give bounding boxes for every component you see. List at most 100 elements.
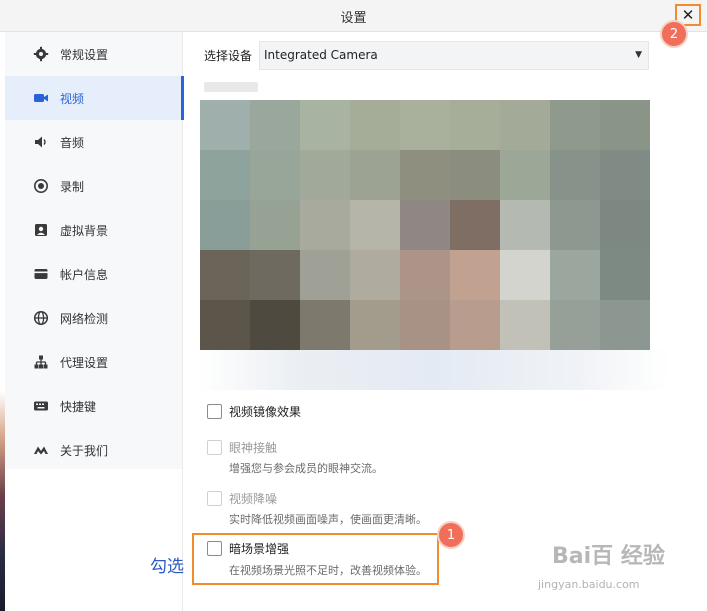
preview-mosaic-cell: [600, 100, 650, 150]
eye-contact-checkbox: [207, 440, 222, 455]
preview-mosaic-cell: [400, 200, 450, 250]
preview-mosaic-cell: [550, 300, 600, 350]
preview-mosaic-cell: [500, 250, 550, 300]
baidu-jingyan-watermark: Bai百 经验 jingyan.baidu.com: [530, 530, 700, 602]
record-icon: [32, 177, 50, 195]
video-camera-icon: [32, 89, 50, 107]
device-label: 选择设备: [204, 49, 253, 63]
option-label: 视频降噪: [229, 492, 278, 506]
camera-device-select[interactable]: Integrated Camera ▼: [259, 41, 649, 70]
sidebar-empty-area: [5, 469, 183, 611]
dropdown-arrow-icon: ▼: [635, 50, 642, 60]
preview-mosaic-cell: [350, 150, 400, 200]
preview-mosaic-cell: [450, 300, 500, 350]
preview-mosaic-cell: [250, 300, 300, 350]
preview-mosaic-cell: [600, 150, 650, 200]
watermark-logo-text: Bai百 经验: [552, 544, 665, 569]
preview-mosaic-cell: [350, 300, 400, 350]
preview-mosaic-cell: [550, 100, 600, 150]
sidebar-item-account[interactable]: 帐户信息: [5, 252, 183, 296]
preview-mosaic-cell: [600, 200, 650, 250]
preview-mosaic-cell: [200, 250, 250, 300]
camera-preview: [200, 100, 650, 350]
preview-mosaic-cell: [450, 100, 500, 150]
preview-mosaic-cell: [550, 200, 600, 250]
preview-mosaic-cell: [200, 200, 250, 250]
preview-mosaic-cell: [200, 150, 250, 200]
preview-mosaic-cell: [600, 250, 650, 300]
preview-mosaic-cell: [300, 300, 350, 350]
option-description: 增强您与参会成员的眼神交流。: [229, 462, 383, 475]
sidebar-item-shortcuts[interactable]: 快捷键: [5, 384, 183, 428]
sidebar-item-video[interactable]: 视频: [5, 76, 184, 120]
option-eye-contact: 眼神接触: [207, 439, 277, 456]
preview-mosaic-cell: [550, 150, 600, 200]
preview-mosaic-cell: [450, 250, 500, 300]
preview-mosaic-cell: [300, 250, 350, 300]
preview-mosaic-cell: [500, 150, 550, 200]
sidebar-item-about[interactable]: 关于我们: [5, 428, 183, 472]
preview-mosaic-cell: [350, 200, 400, 250]
preview-mosaic-cell: [350, 250, 400, 300]
sidebar-item-label: 视频: [60, 91, 85, 106]
preview-mosaic-cell: [400, 100, 450, 150]
sidebar-item-label: 录制: [60, 179, 85, 194]
preview-mosaic-cell: [450, 200, 500, 250]
sidebar-item-record[interactable]: 录制: [5, 164, 183, 208]
video-mirror-checkbox[interactable]: [207, 404, 222, 419]
preview-blur-region: [200, 350, 670, 390]
gear-icon: [32, 45, 50, 63]
preview-mosaic-cell: [500, 300, 550, 350]
preview-mosaic-cell: [400, 300, 450, 350]
card-icon: [32, 265, 50, 283]
sidebar-item-label: 快捷键: [60, 399, 97, 414]
blurred-text: [204, 82, 258, 92]
preview-mosaic-cell: [250, 250, 300, 300]
preview-mosaic-cell: [250, 150, 300, 200]
keyboard-icon: [32, 397, 50, 415]
preview-mosaic-cell: [300, 100, 350, 150]
preview-mosaic-cell: [550, 250, 600, 300]
speaker-icon: [32, 133, 50, 151]
sidebar-item-virtual-background[interactable]: 虚拟背景: [5, 208, 183, 252]
sidebar-item-audio[interactable]: 音频: [5, 120, 183, 164]
sidebar-item-general[interactable]: 常规设置: [5, 32, 183, 76]
preview-mosaic-cell: [450, 150, 500, 200]
option-video-mirror[interactable]: 视频镜像效果: [207, 403, 301, 420]
settings-sidebar: 常规设置 视频 音频 录制 虚拟背景 帐户信息 网络检测 代理设置 快捷键 关于…: [5, 32, 184, 472]
preview-mosaic-cell: [600, 300, 650, 350]
preview-mosaic-cell: [250, 200, 300, 250]
sidebar-item-label: 网络检测: [60, 311, 109, 326]
preview-mosaic-cell: [200, 100, 250, 150]
portrait-icon: [32, 221, 50, 239]
close-icon: ✕: [681, 5, 695, 24]
option-label: 视频镜像效果: [229, 405, 302, 419]
preview-mosaic-cell: [200, 300, 250, 350]
logo-m-icon: [32, 441, 50, 459]
annotation-text: 勾选: [150, 557, 184, 577]
watermark-url: jingyan.baidu.com: [538, 578, 640, 591]
title-bar: 设置 ✕: [0, 0, 707, 32]
preview-mosaic-cell: [500, 200, 550, 250]
sidebar-item-label: 音频: [60, 135, 85, 150]
device-selected-value: Integrated Camera: [264, 48, 378, 62]
sidebar-item-label: 帐户信息: [60, 267, 109, 282]
preview-mosaic-cell: [250, 100, 300, 150]
sidebar-item-label: 代理设置: [60, 355, 109, 370]
option-description: 实时降低视频画面噪声，使画面更清晰。: [229, 513, 427, 526]
network-tree-icon: [32, 353, 50, 371]
preview-mosaic-cell: [300, 200, 350, 250]
preview-mosaic-cell: [300, 150, 350, 200]
video-denoise-checkbox: [207, 491, 222, 506]
sidebar-item-network-check[interactable]: 网络检测: [5, 296, 183, 340]
sidebar-item-label: 关于我们: [60, 443, 109, 458]
annotation-badge-1: 1: [437, 521, 465, 549]
annotation-badge-2: 2: [660, 20, 688, 48]
preview-mosaic-cell: [400, 250, 450, 300]
option-label: 眼神接触: [229, 441, 278, 455]
preview-mosaic-cell: [350, 100, 400, 150]
option-video-denoise: 视频降噪: [207, 490, 277, 507]
sidebar-item-proxy[interactable]: 代理设置: [5, 340, 183, 384]
sidebar-item-label: 虚拟背景: [60, 223, 109, 238]
preview-mosaic-cell: [400, 150, 450, 200]
